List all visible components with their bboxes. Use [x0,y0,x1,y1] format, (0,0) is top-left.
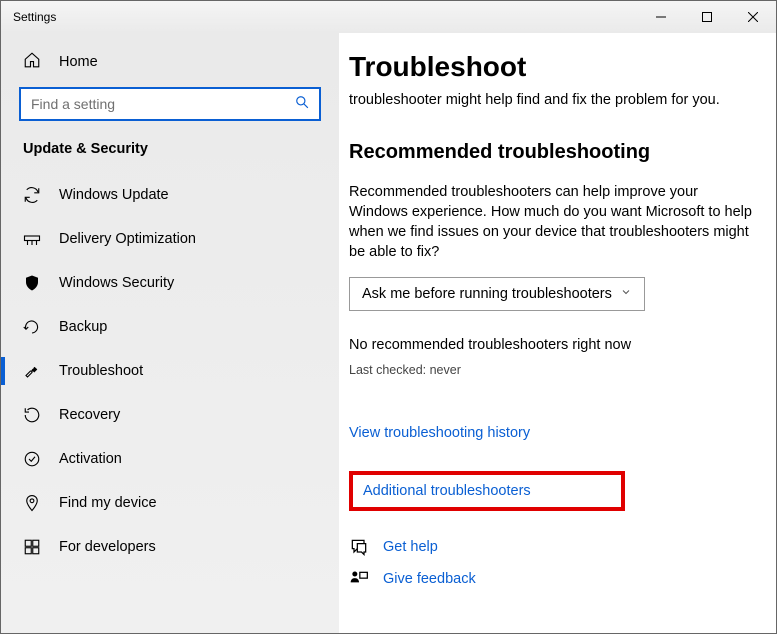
developer-icon [23,538,41,556]
window-controls [638,1,776,33]
search-icon [295,95,309,114]
sidebar: Home Update & Security Windows Update De… [1,33,339,633]
nav-label: Windows Security [59,275,174,291]
nav-label: Activation [59,451,122,467]
sync-icon [23,186,41,204]
dropdown-value: Ask me before running troubleshooters [362,286,612,302]
nav-troubleshoot[interactable]: Troubleshoot [1,349,339,393]
nav-recovery[interactable]: Recovery [1,393,339,437]
category-label: Update & Security [1,141,339,173]
location-icon [23,494,41,512]
nav-windows-security[interactable]: Windows Security [1,261,339,305]
nav-windows-update[interactable]: Windows Update [1,173,339,217]
nav-for-developers[interactable]: For developers [1,525,339,569]
nav-backup[interactable]: Backup [1,305,339,349]
check-circle-icon [23,450,41,468]
main-content: Troubleshoot troubleshooter might help f… [339,33,776,633]
nav-label: Delivery Optimization [59,231,196,247]
recovery-icon [23,406,41,424]
shield-icon [23,274,41,292]
section-text: Recommended troubleshooters can help imp… [349,182,758,263]
page-title: Troubleshoot [349,51,758,83]
troubleshoot-preference-dropdown[interactable]: Ask me before running troubleshooters [349,277,645,311]
nav-label: For developers [59,539,156,555]
title-bar: Settings [1,1,776,33]
nav-label: Recovery [59,407,120,423]
give-feedback-row[interactable]: Give feedback [349,563,758,595]
get-help-link[interactable]: Get help [383,539,438,555]
backup-icon [23,318,41,336]
nav-label: Find my device [59,495,157,511]
wrench-icon [23,362,41,380]
section-title: Recommended troubleshooting [349,141,758,164]
last-checked-text: Last checked: never [349,363,758,377]
minimize-button[interactable] [638,1,684,33]
close-button[interactable] [730,1,776,33]
maximize-button[interactable] [684,1,730,33]
home-nav[interactable]: Home [1,41,339,87]
search-box[interactable] [19,87,321,121]
nav-label: Windows Update [59,187,169,203]
highlight-box: Additional troubleshooters [349,471,625,511]
nav-label: Troubleshoot [59,363,143,379]
nav-activation[interactable]: Activation [1,437,339,481]
get-help-row[interactable]: Get help [349,531,758,563]
history-link[interactable]: View troubleshooting history [349,425,758,441]
search-input[interactable] [31,96,295,112]
nav-list: Windows Update Delivery Optimization Win… [1,173,339,569]
chat-icon [349,537,369,557]
home-icon [23,51,41,73]
chevron-down-icon [620,286,632,302]
additional-troubleshooters-link[interactable]: Additional troubleshooters [363,483,531,499]
status-text: No recommended troubleshooters right now [349,337,758,353]
home-label: Home [59,54,98,70]
delivery-icon [23,230,41,248]
nav-find-my-device[interactable]: Find my device [1,481,339,525]
intro-text: troubleshooter might help find and fix t… [349,91,758,111]
nav-delivery-optimization[interactable]: Delivery Optimization [1,217,339,261]
window-title: Settings [13,10,638,24]
give-feedback-link[interactable]: Give feedback [383,571,476,587]
feedback-icon [349,569,369,589]
nav-label: Backup [59,319,107,335]
